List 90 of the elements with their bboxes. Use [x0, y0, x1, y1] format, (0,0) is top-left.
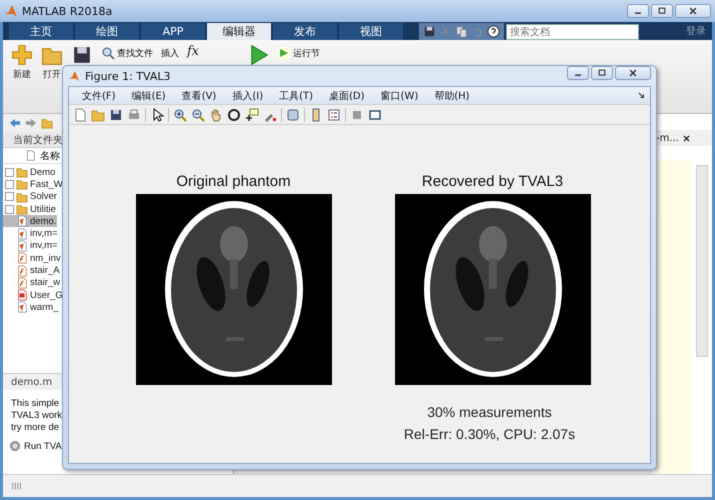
menu-item[interactable]: 编辑(E) — [124, 88, 173, 102]
ribbon-tab[interactable]: APP — [141, 23, 205, 40]
menu-item[interactable]: 窗口(W) — [374, 88, 426, 102]
pdf-file-icon — [16, 289, 28, 302]
run-icon — [277, 46, 292, 60]
ribbon-tab[interactable]: 发布 — [273, 23, 337, 40]
close-button[interactable] — [675, 4, 711, 18]
details-title: demo.m — [11, 376, 52, 388]
function-file-icon — [16, 264, 28, 277]
legend-icon[interactable] — [327, 108, 341, 122]
sign-in-link[interactable]: 登录 — [686, 24, 706, 38]
search-icon — [101, 46, 115, 60]
file-icon — [25, 150, 36, 161]
plot-title: Recovered by TVAL3 — [422, 173, 564, 190]
file-item[interactable]: Utilitie — [3, 202, 57, 216]
folder-icon — [16, 166, 28, 178]
save-icon[interactable] — [109, 108, 123, 122]
menu-item[interactable]: 桌面(D) — [322, 88, 372, 102]
file-item[interactable]: inv,m= — [3, 227, 59, 240]
back-icon[interactable] — [9, 117, 21, 129]
zoom-in-icon[interactable] — [173, 108, 187, 122]
ribbon-tab[interactable]: 主页 — [9, 23, 73, 40]
close-icon[interactable] — [628, 68, 638, 78]
new-label: 新建 — [13, 68, 31, 81]
data-cursor-icon[interactable] — [245, 108, 259, 122]
menu-item[interactable]: 帮助(H) — [427, 88, 477, 102]
new-button[interactable] — [11, 44, 33, 66]
pan-hand-icon[interactable] — [209, 108, 223, 122]
file-item[interactable]: Demo — [3, 166, 56, 178]
folder-icon — [16, 203, 28, 216]
copy-icon[interactable] — [455, 25, 468, 38]
maximize-icon[interactable] — [597, 68, 607, 78]
folder-icon[interactable] — [41, 117, 53, 129]
file-item[interactable]: Solver — [3, 190, 58, 203]
file-item[interactable]: stair_A — [3, 264, 61, 277]
minimize-button[interactable] — [567, 66, 589, 80]
figure-title: Figure 1: TVAL3 — [85, 70, 170, 82]
dock-icon[interactable] — [637, 91, 646, 100]
ribbon-tab[interactable]: 编辑器 — [207, 23, 271, 40]
minimize-button[interactable] — [627, 4, 649, 18]
new-file-icon[interactable] — [73, 108, 87, 122]
run-section-button[interactable]: 运行节 — [277, 44, 320, 62]
search-field[interactable]: 搜索文档 — [506, 24, 639, 40]
file-item[interactable]: User_G — [3, 288, 64, 302]
matlab-logo-icon — [68, 70, 80, 82]
close-button[interactable] — [615, 66, 651, 80]
ribbon-tab[interactable]: 视图 — [339, 23, 403, 40]
maximize-button[interactable] — [591, 66, 613, 80]
description-text: This simple TVAL3 work try more de — [11, 398, 62, 434]
matlab-logo-icon — [4, 4, 18, 18]
help-icon[interactable] — [487, 25, 500, 38]
maximize-icon[interactable] — [657, 6, 667, 16]
window-title: MATLAB R2018a — [22, 4, 114, 18]
zoom-out-icon[interactable] — [191, 108, 205, 122]
menu-item[interactable]: 查看(V) — [174, 88, 224, 102]
open-label: 打开 — [43, 68, 61, 81]
save-icon[interactable] — [423, 25, 436, 38]
run-link[interactable]: Run TVA — [9, 440, 62, 452]
file-item[interactable]: demo. — [3, 215, 58, 228]
script-file-icon — [16, 215, 28, 228]
result-text: 30% measurements — [427, 403, 552, 422]
result-text: Rel-Err: 0.30%, CPU: 2.07s — [404, 425, 576, 444]
folder-icon — [16, 178, 28, 190]
panel-title: 当前文件夹 — [13, 134, 63, 146]
save-icon[interactable] — [71, 44, 93, 66]
folder-icon — [16, 190, 28, 203]
function-file-icon — [16, 252, 28, 264]
grip-icon — [11, 480, 23, 492]
column-header: 名称 — [40, 150, 60, 162]
menu-item[interactable]: 插入(I) — [225, 88, 270, 102]
insert-button[interactable]: 插入 — [161, 44, 179, 62]
ribbon-tab[interactable]: 绘图 — [75, 23, 139, 40]
file-item[interactable]: inv,m= — [3, 240, 59, 252]
script-file-icon — [16, 228, 28, 240]
close-icon[interactable] — [682, 134, 691, 142]
maximize-button[interactable] — [651, 4, 673, 18]
menu-item[interactable]: 工具(T) — [272, 88, 320, 102]
function-file-icon — [16, 276, 28, 289]
script-file-icon — [16, 301, 28, 314]
close-icon[interactable] — [688, 6, 698, 16]
function-button[interactable]: fx — [187, 44, 200, 59]
file-item[interactable]: nm_inv — [3, 252, 62, 264]
file-item[interactable]: stair_w — [3, 276, 62, 289]
plot-title: Original phantom — [176, 173, 291, 190]
scrollbar[interactable] — [696, 165, 708, 357]
file-item[interactable]: warm_ — [3, 301, 60, 314]
script-file-icon — [16, 240, 28, 252]
menu-item[interactable]: 文件(F) — [75, 88, 123, 102]
find-files-button[interactable]: 查找文件 — [101, 44, 153, 62]
file-item[interactable]: Fast_W — [3, 178, 64, 191]
